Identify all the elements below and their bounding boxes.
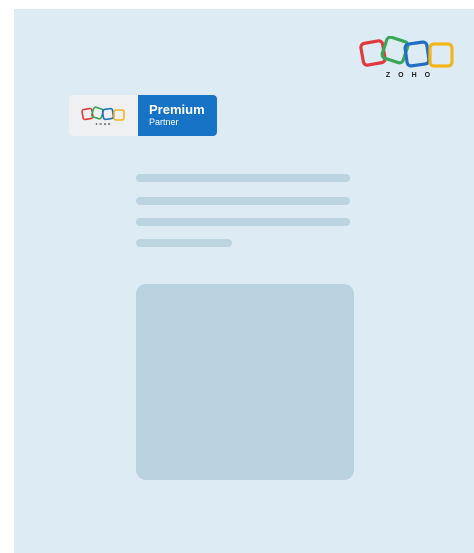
zoho-logo-wordmark: ZOHO <box>385 72 439 79</box>
media-placeholder <box>136 284 354 480</box>
text-placeholder-line <box>136 218 350 226</box>
premium-partner-badge: ZOHO Premium Partner <box>69 95 217 136</box>
badge-label-panel: Premium Partner <box>138 95 217 136</box>
page-card: ZOHO ZOHO Premium Partner <box>14 9 474 553</box>
badge-subtitle: Partner <box>149 117 179 127</box>
badge-mini-wordmark: ZOHO <box>95 122 113 126</box>
badge-title: Premium <box>149 102 205 117</box>
text-placeholder-line <box>136 197 350 205</box>
badge-logo-panel: ZOHO <box>69 95 138 136</box>
zoho-logo-icon <box>359 36 454 68</box>
text-placeholder-line-short <box>136 239 232 247</box>
text-placeholder-line <box>136 174 350 182</box>
zoho-logo[interactable]: ZOHO <box>358 36 458 84</box>
zoho-mini-logo-icon <box>81 106 125 121</box>
